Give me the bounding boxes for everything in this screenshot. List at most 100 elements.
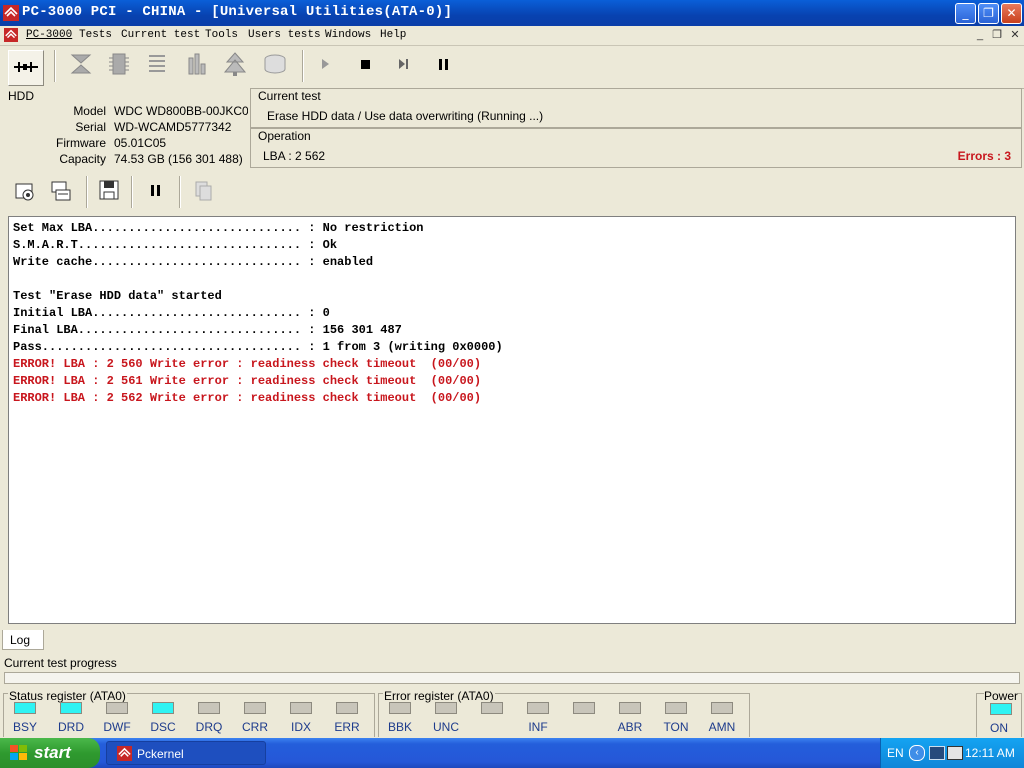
register-led (244, 702, 266, 714)
power-panel: Power ON (976, 689, 1022, 737)
language-indicator[interactable]: EN (887, 746, 904, 760)
current-test-value: Erase HDD data / Use data overwriting (R… (267, 109, 544, 123)
register-led (152, 702, 174, 714)
taskbar-item-label: Pckernel (137, 747, 184, 761)
register-bit-label: ABR (617, 720, 643, 734)
restore-button[interactable]: ❐ (978, 3, 999, 24)
menu-pc3000[interactable]: PC-3000 (26, 29, 72, 41)
power-state: ON (990, 721, 1008, 735)
log-line: Write cache.............................… (13, 255, 374, 269)
register-bit-label: DSC (150, 720, 176, 734)
firmware-value: 05.01C05 (114, 136, 167, 150)
title-bar[interactable]: PC-3000 PCI - CHINA - [Universal Utiliti… (0, 0, 1024, 26)
taskbar-item-pckernel[interactable]: Pckernel (106, 741, 266, 765)
log-toolbar-separator (86, 176, 88, 208)
error-register-label: Error register (ATA0) (383, 689, 495, 703)
menu-windows[interactable]: Windows (325, 29, 371, 41)
minimize-button[interactable]: _ (955, 3, 976, 24)
register-bit-label: AMN (708, 720, 736, 734)
register-led (198, 702, 220, 714)
register-bit-label: ERR (334, 720, 360, 734)
register-led (481, 702, 503, 714)
hdd-section-label: HDD (8, 89, 34, 103)
register-led (389, 702, 411, 714)
toolbar-separator (54, 50, 56, 82)
pckernel-icon (117, 746, 132, 764)
register-bit-label: CRR (242, 720, 268, 734)
windows-flag-icon (10, 745, 28, 766)
mdi-close-button[interactable]: ✕ (1008, 28, 1022, 42)
chart-icon[interactable] (180, 50, 214, 84)
log-line-error: ERROR! LBA : 2 562 Write error : readine… (13, 391, 482, 405)
disk-icon[interactable] (258, 50, 292, 84)
menu-tools[interactable]: Tools (205, 29, 238, 41)
menu-users-tests[interactable]: Users tests (248, 29, 321, 41)
mdi-restore-button[interactable]: ❐ (990, 28, 1004, 42)
tray-arrow-icon[interactable]: ‹ (909, 745, 925, 761)
settings-icon[interactable] (10, 178, 40, 208)
operation-panel: Operation LBA : 2 562 Errors : 3 (250, 128, 1022, 168)
firmware-label: Firmware (56, 136, 106, 150)
printer-tray-icon[interactable] (947, 746, 963, 760)
serial-value: WD-WCAMD5777342 (114, 120, 232, 134)
drive-connect-icon[interactable] (8, 50, 44, 86)
log-tab-label: Log (10, 633, 31, 647)
register-led (527, 702, 549, 714)
log-toolbar-separator (131, 176, 133, 208)
register-bit-label: UNC (433, 720, 459, 734)
log-toolbar (0, 172, 1024, 214)
register-bit-label: BBK (387, 720, 412, 734)
status-register-label: Status register (ATA0) (8, 689, 127, 703)
log-line: Initial LBA.............................… (13, 306, 330, 320)
print-setup-icon[interactable] (46, 178, 76, 208)
register-led (573, 702, 595, 714)
tree-icon[interactable] (218, 50, 252, 84)
log-tab[interactable]: Log (2, 630, 44, 650)
register-bit-label: TON (663, 720, 689, 734)
register-led (711, 702, 733, 714)
register-led (336, 702, 358, 714)
menu-tests[interactable]: Tests (79, 29, 112, 41)
log-line: Test "Erase HDD data" started (13, 289, 222, 303)
copy-icon[interactable] (188, 178, 218, 208)
network-tray-icon[interactable] (929, 746, 945, 760)
operation-label: Operation (258, 129, 311, 143)
pc3000-app-icon (3, 5, 19, 21)
list-icon[interactable] (140, 50, 174, 84)
close-button[interactable]: ✕ (1001, 3, 1022, 24)
register-led (60, 702, 82, 714)
progress-bar (4, 672, 1020, 684)
step-icon[interactable] (386, 50, 420, 84)
errors-count: Errors : 3 (957, 149, 1011, 163)
current-test-label: Current test (258, 89, 321, 103)
mdi-minimize-button[interactable]: _ (973, 28, 987, 42)
stop-icon[interactable] (348, 50, 382, 84)
capacity-label: Capacity (59, 152, 106, 166)
pause-icon[interactable] (426, 50, 460, 84)
log-toolbar-separator (179, 176, 181, 208)
log-line: Pass....................................… (13, 340, 503, 354)
log-pause-icon[interactable] (140, 178, 170, 208)
clock[interactable]: 12:11 AM (965, 746, 1015, 760)
menu-bar: PC-3000 Tests Current test Tools Users t… (0, 26, 1024, 46)
menu-help[interactable]: Help (380, 29, 406, 41)
register-led (665, 702, 687, 714)
window-title: PC-3000 PCI - CHINA - [Universal Utiliti… (22, 4, 453, 20)
flip-icon[interactable] (64, 50, 98, 84)
system-tray: EN ‹ 12:11 AM (880, 738, 1024, 768)
register-led (290, 702, 312, 714)
current-test-panel: Current test Erase HDD data / Use data o… (250, 88, 1022, 128)
log-line: Set Max LBA.............................… (13, 221, 424, 235)
main-toolbar (0, 46, 1024, 89)
model-value: WDC WD800BB-00JKC0 (114, 104, 248, 118)
menu-current-test[interactable]: Current test (121, 29, 200, 41)
register-bit-label: IDX (290, 720, 311, 734)
log-output[interactable]: Set Max LBA.............................… (8, 216, 1016, 624)
chip-icon[interactable] (102, 50, 136, 84)
register-bit-label: DRD (58, 720, 84, 734)
play-icon[interactable] (308, 50, 342, 84)
start-button[interactable]: start (0, 738, 100, 768)
power-label: Power (984, 689, 1019, 703)
save-icon[interactable] (94, 178, 124, 208)
log-line: Final LBA...............................… (13, 323, 402, 337)
